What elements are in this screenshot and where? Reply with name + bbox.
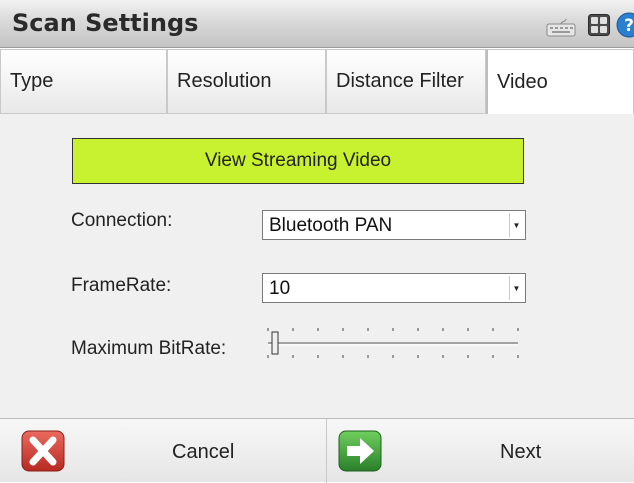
- help-icon[interactable]: ?: [616, 12, 634, 43]
- tab-video[interactable]: Video: [486, 49, 634, 114]
- cancel-x-icon: [20, 429, 66, 478]
- window-title: Scan Settings: [12, 9, 199, 37]
- max-bitrate-slider[interactable]: [262, 322, 520, 362]
- tab-label: Type: [10, 70, 54, 92]
- tab-distance-filter[interactable]: Distance Filter: [326, 49, 486, 114]
- framerate-label: FrameRate:: [71, 275, 172, 296]
- tab-resolution[interactable]: Resolution: [167, 49, 326, 114]
- cancel-button[interactable]: Cancel: [0, 419, 326, 483]
- next-button[interactable]: Next: [327, 419, 634, 483]
- svg-text:?: ?: [624, 16, 634, 36]
- keyboard-icon[interactable]: [546, 18, 576, 42]
- view-streaming-video-button[interactable]: View Streaming Video: [72, 138, 524, 184]
- tab-type[interactable]: Type: [0, 49, 167, 114]
- next-label: Next: [500, 441, 542, 463]
- grid-apps-icon[interactable]: [588, 14, 610, 41]
- framerate-select[interactable]: 10 ▼: [262, 273, 526, 303]
- connection-label: Connection:: [71, 210, 173, 231]
- connection-select[interactable]: Bluetooth PAN ▼: [262, 210, 526, 240]
- chevron-down-icon[interactable]: ▼: [509, 276, 523, 300]
- next-arrow-icon: [337, 429, 383, 478]
- tab-label: Distance Filter: [336, 70, 464, 92]
- max-bitrate-label: Maximum BitRate:: [71, 338, 227, 359]
- framerate-value: 10: [269, 278, 291, 299]
- tab-label: Resolution: [177, 70, 272, 92]
- cancel-label: Cancel: [172, 441, 235, 463]
- tab-label: Video: [497, 70, 548, 93]
- tab-strip: Type Resolution Distance Filter Video: [0, 49, 634, 114]
- chevron-down-icon[interactable]: ▼: [509, 213, 523, 237]
- connection-value: Bluetooth PAN: [269, 215, 393, 236]
- title-bar: Scan Settings ?: [0, 0, 634, 48]
- slider-thumb: [271, 331, 279, 355]
- footer-bar: Cancel Next: [0, 418, 634, 483]
